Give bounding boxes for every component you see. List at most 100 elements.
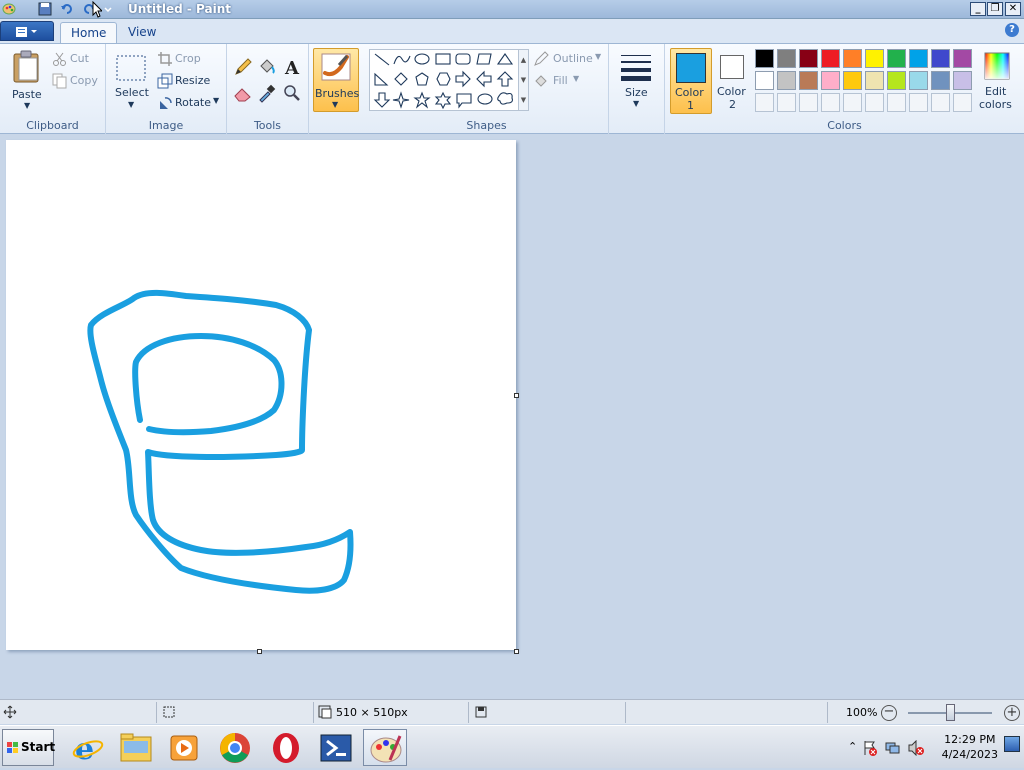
crop-icon bbox=[158, 52, 172, 66]
paint-taskbar-button[interactable] bbox=[363, 729, 407, 766]
undo-icon[interactable] bbox=[60, 2, 75, 16]
palette-swatch[interactable] bbox=[799, 71, 818, 90]
custom-color-slot[interactable] bbox=[755, 93, 774, 112]
custom-color-slot[interactable] bbox=[799, 93, 818, 112]
palette-swatch[interactable] bbox=[843, 71, 862, 90]
opera-taskbar-button[interactable] bbox=[264, 729, 308, 766]
zoom-slider-thumb[interactable] bbox=[946, 704, 955, 721]
image-group-label: Image bbox=[148, 119, 184, 132]
close-button[interactable]: ✕ bbox=[1005, 2, 1021, 16]
media-player-icon bbox=[170, 735, 198, 761]
brushes-button[interactable]: Brushes ▼ bbox=[313, 48, 359, 112]
paint-menu-button[interactable] bbox=[0, 21, 54, 41]
shapes-scroll-buttons[interactable]: ▲ ▼ ▼ bbox=[519, 49, 529, 111]
show-hidden-icons-chevron-up-icon[interactable]: ⌃ bbox=[848, 740, 857, 753]
select-button[interactable]: Select ▼ bbox=[110, 48, 152, 114]
outline-button[interactable]: Outline ▼ bbox=[533, 51, 603, 67]
fill-button[interactable]: Fill ▼ bbox=[533, 73, 603, 89]
powershell-taskbar-button[interactable] bbox=[314, 729, 358, 766]
palette-swatch[interactable] bbox=[865, 49, 884, 68]
tab-view[interactable]: View bbox=[118, 22, 166, 43]
crop-label: Crop bbox=[175, 52, 201, 65]
palette-swatch[interactable] bbox=[755, 71, 774, 90]
paint-app-icon[interactable] bbox=[2, 2, 17, 16]
internet-explorer-taskbar-button[interactable]: e bbox=[66, 729, 110, 767]
palette-swatch[interactable] bbox=[777, 71, 796, 90]
text-tool-icon[interactable]: A bbox=[282, 57, 302, 77]
save-icon[interactable] bbox=[38, 2, 53, 16]
palette-swatch[interactable] bbox=[777, 49, 796, 68]
fill-label: Fill bbox=[553, 74, 568, 87]
start-button[interactable]: Start bbox=[2, 729, 55, 766]
clock[interactable]: 12:29 PM 4/24/2023 bbox=[942, 732, 998, 762]
size-button[interactable]: Size ▼ bbox=[615, 48, 657, 112]
action-center-flag-icon[interactable] bbox=[862, 740, 878, 756]
media-player-taskbar-button[interactable] bbox=[162, 729, 206, 766]
color1-label-line1: Color bbox=[675, 86, 704, 99]
rotate-label: Rotate bbox=[175, 96, 212, 109]
custom-color-slot[interactable] bbox=[843, 93, 862, 112]
crop-button[interactable]: Crop bbox=[157, 51, 222, 67]
restore-button[interactable]: ❐ bbox=[987, 2, 1003, 16]
eraser-icon[interactable] bbox=[233, 83, 253, 103]
paste-button[interactable]: Paste ▼ bbox=[4, 48, 48, 114]
palette-swatch[interactable] bbox=[931, 71, 950, 90]
chrome-taskbar-button[interactable] bbox=[213, 729, 257, 766]
magnifier-icon[interactable] bbox=[282, 83, 302, 103]
tab-home[interactable]: Home bbox=[60, 22, 118, 43]
drawing-canvas[interactable] bbox=[6, 140, 516, 650]
palette-swatch[interactable] bbox=[799, 49, 818, 68]
network-icon[interactable] bbox=[885, 740, 901, 756]
cut-button[interactable]: Cut bbox=[52, 51, 102, 67]
edit-colors-label-line2: colors bbox=[979, 98, 1012, 111]
palette-swatch[interactable] bbox=[953, 71, 972, 90]
shapes-group-label: Shapes bbox=[466, 119, 507, 132]
custom-color-slot[interactable] bbox=[865, 93, 884, 112]
palette-swatch[interactable] bbox=[821, 49, 840, 68]
help-icon[interactable]: ? bbox=[1005, 23, 1019, 37]
rotate-icon bbox=[160, 97, 172, 109]
custom-color-slot[interactable] bbox=[777, 93, 796, 112]
palette-swatch[interactable] bbox=[887, 49, 906, 68]
pencil-icon[interactable] bbox=[233, 57, 253, 77]
canvas-resize-handle-right[interactable] bbox=[514, 393, 519, 398]
outline-chevron-down-icon: ▼ bbox=[595, 52, 602, 61]
color2-button[interactable]: Color 2 bbox=[714, 48, 752, 114]
palette-swatch[interactable] bbox=[953, 49, 972, 68]
volume-muted-icon[interactable] bbox=[908, 740, 924, 756]
canvas-resize-handle-corner[interactable] bbox=[514, 649, 519, 654]
show-desktop-button[interactable] bbox=[1004, 736, 1020, 752]
size-label: Size bbox=[625, 86, 648, 99]
clipboard-icon bbox=[13, 50, 39, 83]
palette-swatch[interactable] bbox=[865, 71, 884, 90]
custom-color-slot[interactable] bbox=[909, 93, 928, 112]
color-picker-icon[interactable] bbox=[257, 83, 277, 103]
svg-text:e: e bbox=[75, 732, 94, 766]
file-explorer-taskbar-button[interactable] bbox=[114, 729, 158, 766]
palette-swatch[interactable] bbox=[931, 49, 950, 68]
custom-color-slot[interactable] bbox=[931, 93, 950, 112]
fill-bucket-icon[interactable] bbox=[257, 57, 277, 77]
custom-color-slot[interactable] bbox=[887, 93, 906, 112]
zoom-out-button[interactable]: − bbox=[881, 705, 897, 721]
palette-swatch[interactable] bbox=[755, 49, 774, 68]
palette-swatch[interactable] bbox=[887, 71, 906, 90]
color1-swatch bbox=[676, 53, 706, 83]
shapes-gallery[interactable] bbox=[369, 49, 519, 111]
copy-button[interactable]: Copy bbox=[52, 73, 102, 89]
customize-quick-access-chevron-down-icon[interactable] bbox=[103, 2, 113, 16]
zoom-in-button[interactable]: + bbox=[1004, 705, 1020, 721]
custom-color-slot[interactable] bbox=[821, 93, 840, 112]
minimize-button[interactable]: _ bbox=[970, 2, 986, 16]
resize-button[interactable]: Resize bbox=[157, 73, 222, 89]
canvas-resize-handle-bottom[interactable] bbox=[257, 649, 262, 654]
color1-button[interactable]: Color 1 bbox=[670, 48, 712, 114]
rotate-button[interactable]: Rotate ▼ bbox=[157, 95, 222, 111]
palette-swatch[interactable] bbox=[909, 71, 928, 90]
edit-colors-button[interactable]: Edit colors bbox=[977, 48, 1017, 114]
palette-swatch[interactable] bbox=[909, 49, 928, 68]
palette-swatch[interactable] bbox=[821, 71, 840, 90]
custom-color-slot[interactable] bbox=[953, 93, 972, 112]
selection-size-icon bbox=[163, 706, 175, 718]
palette-swatch[interactable] bbox=[843, 49, 862, 68]
